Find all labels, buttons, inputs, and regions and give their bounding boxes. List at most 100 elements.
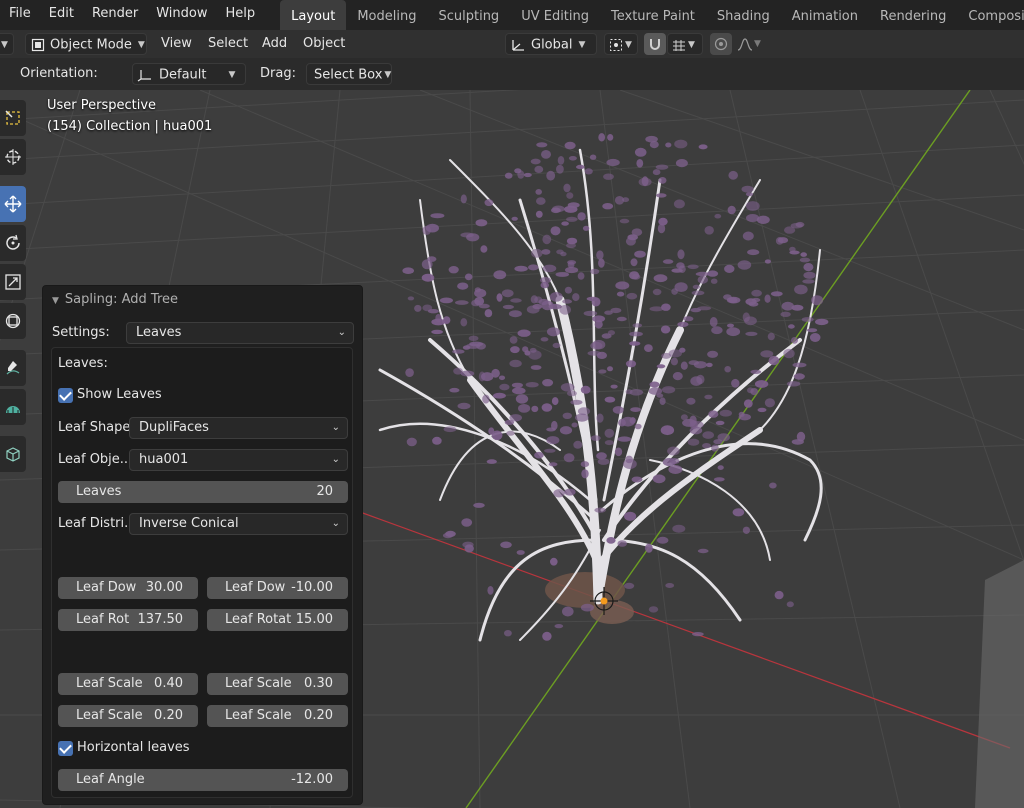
settings-dropdown[interactable]: Leaves ⌄: [126, 322, 354, 344]
leaves-count-label: Leaves: [76, 484, 122, 499]
leaf: [607, 330, 616, 336]
leaf-scale-2-field[interactable]: Leaf Scale 0.30: [207, 673, 348, 695]
leaf: [649, 381, 660, 388]
leaf: [462, 541, 474, 548]
leaf: [745, 192, 754, 197]
leaf: [564, 286, 573, 294]
menu-view[interactable]: View: [161, 33, 192, 55]
tool-add-cube[interactable]: [0, 436, 26, 472]
leaf: [422, 304, 433, 312]
leaf: [606, 537, 616, 544]
leaf-rotate-variation-field[interactable]: Leaf Rotat 15.00: [207, 609, 348, 631]
leaf: [523, 172, 532, 178]
leaf: [493, 270, 507, 280]
snap-grid-icon: [673, 40, 685, 51]
measure-ruler-icon: [6, 406, 20, 413]
menu-render[interactable]: Render: [83, 0, 147, 30]
leaf-shape-dropdown[interactable]: DupliFaces ⌄: [129, 417, 348, 439]
leaf: [802, 279, 815, 284]
leaf-scale-4-field[interactable]: Leaf Scale 0.20: [207, 705, 348, 727]
leaf: [536, 142, 548, 148]
tool-select-box[interactable]: [0, 100, 26, 136]
leaf: [421, 273, 435, 282]
leaf-rotate-field[interactable]: Leaf Rot 137.50: [58, 609, 198, 631]
leaf: [560, 383, 575, 392]
tool-move[interactable]: [0, 186, 26, 222]
leaf: [669, 458, 680, 465]
menu-object[interactable]: Object: [303, 33, 345, 55]
tool-measure[interactable]: [0, 389, 26, 425]
leaf: [754, 380, 769, 388]
leaf: [532, 303, 543, 310]
tool-scale[interactable]: [0, 264, 26, 300]
leaf-down-angle-2-value: -10.00: [291, 580, 333, 595]
leaf: [678, 265, 686, 273]
drag-setting-dropdown[interactable]: Select Box ▼: [306, 63, 392, 85]
tab-animation[interactable]: Animation: [781, 0, 869, 30]
tab-rendering[interactable]: Rendering: [869, 0, 957, 30]
leaf: [597, 458, 610, 465]
transform-orientation-dropdown[interactable]: Global ▼: [505, 33, 597, 55]
proportional-edit-toggle[interactable]: [710, 33, 732, 55]
leaf: [715, 420, 725, 426]
mode-dropdown[interactable]: Object Mode ▼: [25, 33, 147, 55]
leaf: [711, 326, 723, 335]
horizontal-leaves-checkbox[interactable]: [58, 741, 73, 756]
leaf: [711, 444, 719, 452]
leaf: [596, 452, 607, 460]
viewport-collection-label: (154) Collection | hua001: [47, 119, 213, 134]
tab-sculpting[interactable]: Sculpting: [427, 0, 510, 30]
leaf-scale-3-field[interactable]: Leaf Scale 0.20: [58, 705, 198, 727]
tool-rotate[interactable]: [0, 225, 26, 261]
leaf: [612, 406, 624, 414]
leaf: [745, 201, 760, 211]
tab-shading[interactable]: Shading: [706, 0, 781, 30]
leaf: [562, 412, 572, 419]
leaf-object-dropdown[interactable]: hua001 ⌄: [129, 449, 348, 471]
menu-window[interactable]: Window: [147, 0, 216, 30]
leaf-angle-field[interactable]: Leaf Angle -12.00: [58, 769, 348, 791]
leaf: [677, 249, 685, 260]
panel-header[interactable]: ▼ Sapling: Add Tree: [52, 292, 178, 307]
menu-file[interactable]: File: [0, 0, 40, 30]
tab-compositing[interactable]: Compositing: [957, 0, 1024, 30]
tool-annotate[interactable]: [0, 350, 26, 386]
leaf-scale-3-value: 0.20: [154, 708, 183, 723]
falloff-dropdown[interactable]: ▼: [734, 33, 768, 55]
leaf: [668, 465, 683, 474]
menu-help[interactable]: Help: [217, 0, 265, 30]
tab-uv-editing[interactable]: UV Editing: [510, 0, 600, 30]
leaf: [476, 342, 486, 350]
tab-modeling[interactable]: Modeling: [346, 0, 427, 30]
menu-edit[interactable]: Edit: [40, 0, 83, 30]
tab-layout[interactable]: Layout: [280, 0, 347, 30]
tool-transform[interactable]: [0, 303, 26, 339]
leaf: [631, 476, 643, 483]
leaves-count-field[interactable]: Leaves 20: [58, 481, 348, 503]
leaf: [747, 249, 760, 256]
show-leaves-checkbox[interactable]: [58, 388, 73, 403]
menu-add[interactable]: Add: [262, 33, 287, 55]
leaf: [745, 331, 758, 336]
leaf: [634, 250, 646, 258]
editor-type-dropdown[interactable]: ▼: [0, 33, 14, 55]
leaf-distribution-dropdown[interactable]: Inverse Conical ⌄: [129, 513, 348, 535]
leaf: [668, 349, 682, 358]
leaf-down-angle-1-field[interactable]: Leaf Dow 30.00: [58, 577, 198, 599]
snap-target-dropdown[interactable]: ▼: [667, 33, 703, 55]
leaf: [515, 394, 529, 404]
orientation-setting-dropdown[interactable]: Default ▼: [132, 63, 246, 85]
tool-cursor[interactable]: [0, 139, 26, 175]
leaf: [709, 317, 718, 327]
leaf: [531, 248, 543, 258]
leaf-down-angle-2-field[interactable]: Leaf Dow -10.00: [207, 577, 348, 599]
tab-texture-paint[interactable]: Texture Paint: [600, 0, 706, 30]
pivot-point-dropdown[interactable]: ▼: [604, 33, 638, 55]
leaf-object-label: Leaf Obje...: [58, 452, 133, 467]
menu-select[interactable]: Select: [208, 33, 248, 55]
leaf: [811, 295, 824, 306]
snap-toggle[interactable]: [644, 33, 666, 55]
leaf: [606, 158, 620, 167]
leaf: [667, 446, 680, 456]
leaf-scale-1-field[interactable]: Leaf Scale 0.40: [58, 673, 198, 695]
